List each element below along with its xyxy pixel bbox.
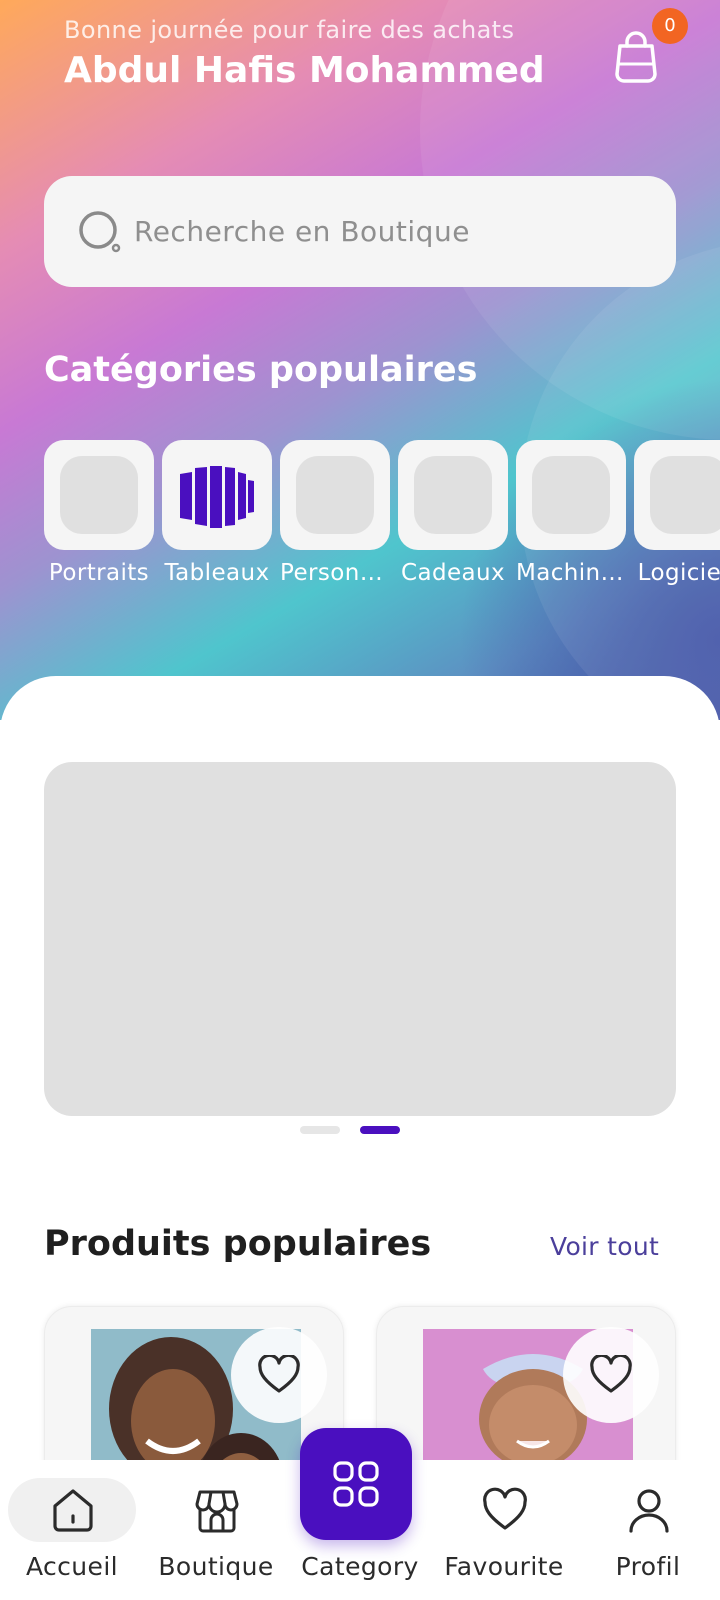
search-icon xyxy=(79,211,121,253)
greeting-text: Bonne journée pour faire des achats xyxy=(64,16,515,44)
nav-item-shop[interactable]: Boutique xyxy=(144,1460,288,1600)
user-name: Abdul Hafis Mohammed xyxy=(64,50,545,91)
favorite-button[interactable] xyxy=(563,1327,659,1423)
category-label: Cadeaux xyxy=(401,560,505,586)
category-item[interactable]: Cadeaux xyxy=(398,440,508,586)
carousel-indicator[interactable] xyxy=(300,1126,340,1134)
category-thumbnail xyxy=(516,440,626,550)
home-icon xyxy=(53,1489,93,1532)
favorite-button[interactable] xyxy=(231,1327,327,1423)
category-fab-button[interactable] xyxy=(300,1428,412,1540)
grid-icon xyxy=(333,1461,379,1507)
category-item[interactable]: Machines xyxy=(516,440,626,586)
category-label: Logiciels xyxy=(637,560,720,586)
category-item[interactable]: Personnalisés xyxy=(280,440,390,586)
category-thumbnail xyxy=(280,440,390,550)
cart-button[interactable] xyxy=(612,30,660,84)
categories-title: Catégories populaires xyxy=(44,350,478,390)
store-icon xyxy=(195,1490,239,1533)
category-label: Portraits xyxy=(48,560,150,586)
see-all-link[interactable]: Voir tout xyxy=(550,1232,659,1261)
nav-item-favourite[interactable]: Favourite xyxy=(432,1460,576,1600)
category-label: Machines xyxy=(516,560,626,586)
category-item[interactable]: Portraits xyxy=(44,440,154,586)
category-label: Personnalisés xyxy=(280,560,390,586)
promo-banner[interactable] xyxy=(44,762,676,1116)
nav-item-profile[interactable]: Profil xyxy=(576,1460,720,1600)
search-input[interactable] xyxy=(134,176,654,287)
painting-panels-icon xyxy=(180,466,254,528)
search-bar[interactable] xyxy=(44,176,676,287)
category-thumbnail xyxy=(634,440,720,550)
category-label: Tableaux xyxy=(164,560,270,586)
nav-label: Boutique xyxy=(158,1552,274,1581)
products-title: Produits populaires xyxy=(44,1224,432,1264)
category-item[interactable]: Tableaux xyxy=(162,440,272,586)
heart-icon xyxy=(258,1355,300,1393)
categories-list: Portraits Tableaux Personnalisés Cadeaux… xyxy=(44,440,720,590)
nav-item-home[interactable]: Accueil xyxy=(0,1460,144,1600)
nav-label: Profil xyxy=(615,1552,681,1581)
cart-count-badge: 0 xyxy=(652,8,688,44)
heart-icon xyxy=(590,1355,632,1393)
category-item[interactable]: Logiciels xyxy=(634,440,720,586)
category-thumbnail xyxy=(398,440,508,550)
category-thumbnail xyxy=(162,440,272,550)
heart-icon xyxy=(483,1487,527,1530)
carousel-indicator-active[interactable] xyxy=(360,1126,400,1134)
nav-label: Category xyxy=(301,1552,419,1581)
user-icon xyxy=(629,1489,669,1533)
category-thumbnail xyxy=(44,440,154,550)
nav-label: Favourite xyxy=(444,1552,564,1581)
shopping-bag-icon xyxy=(615,31,657,83)
nav-label: Accueil xyxy=(25,1552,119,1581)
